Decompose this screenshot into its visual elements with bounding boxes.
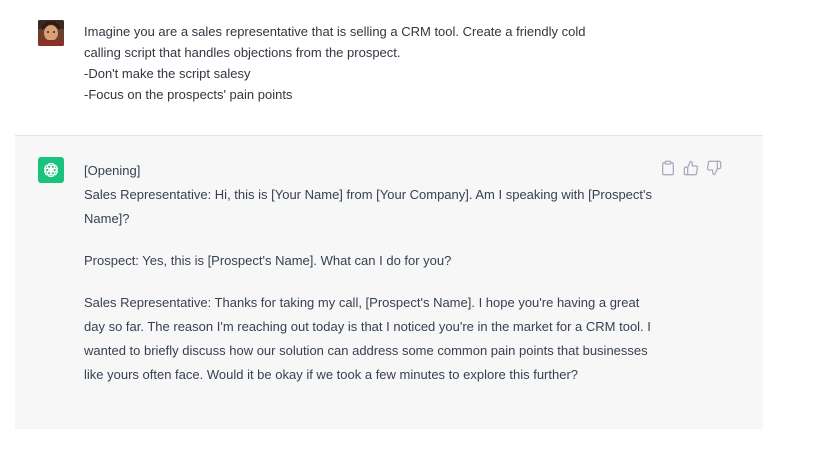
copy-icon[interactable] [660, 160, 676, 176]
user-avatar [38, 20, 64, 46]
script-section-heading: [Opening] [84, 163, 141, 178]
user-message-line: calling script that handles objections f… [84, 45, 401, 60]
script-paragraph: Sales Representative: Thanks for taking … [84, 295, 651, 382]
thumbs-up-icon[interactable] [683, 160, 699, 176]
user-message-text: Imagine you are a sales representative t… [84, 21, 644, 105]
script-paragraph: Sales Representative: Hi, this is [Your … [84, 187, 652, 226]
user-message-line: -Focus on the prospects' pain points [84, 87, 293, 102]
thumbs-down-icon[interactable] [706, 160, 722, 176]
assistant-message-text: [Opening] Sales Representative: Hi, this… [84, 159, 659, 405]
user-message: Imagine you are a sales representative t… [0, 0, 763, 134]
message-actions [660, 160, 722, 176]
user-message-line: -Don't make the script salesy [84, 66, 251, 81]
user-message-line: Imagine you are a sales representative t… [84, 24, 586, 39]
script-paragraph: Prospect: Yes, this is [Prospect's Name]… [84, 253, 452, 268]
chatgpt-logo-icon [38, 157, 64, 183]
assistant-message: [Opening] Sales Representative: Hi, this… [15, 135, 763, 429]
